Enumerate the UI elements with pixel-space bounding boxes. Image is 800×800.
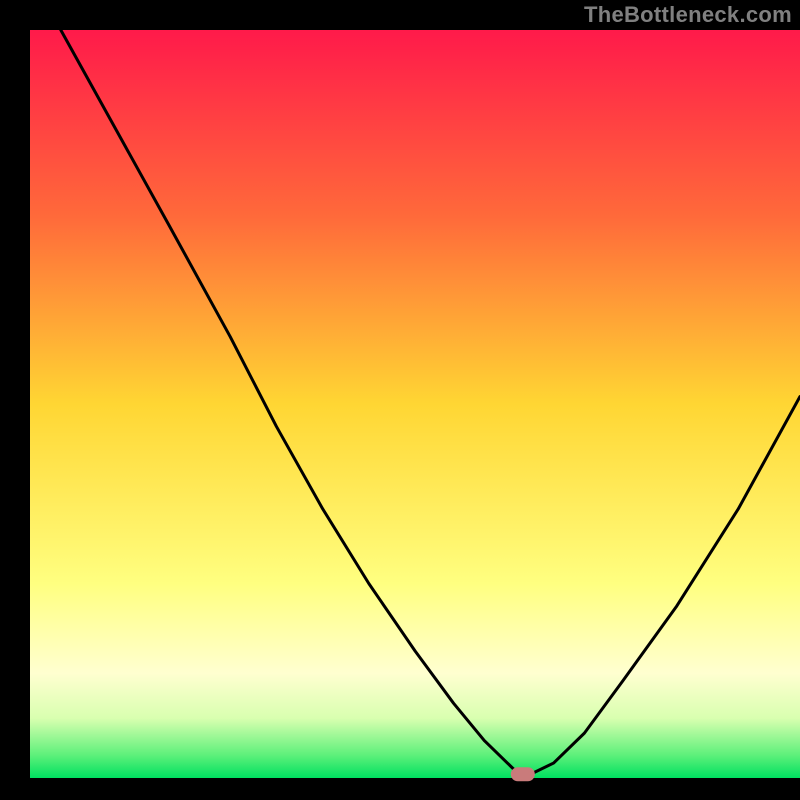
plot-background: [30, 30, 800, 778]
bottleneck-chart: [0, 0, 800, 800]
optimum-marker: [511, 767, 535, 781]
chart-frame: TheBottleneck.com: [0, 0, 800, 800]
watermark-text: TheBottleneck.com: [584, 2, 792, 28]
